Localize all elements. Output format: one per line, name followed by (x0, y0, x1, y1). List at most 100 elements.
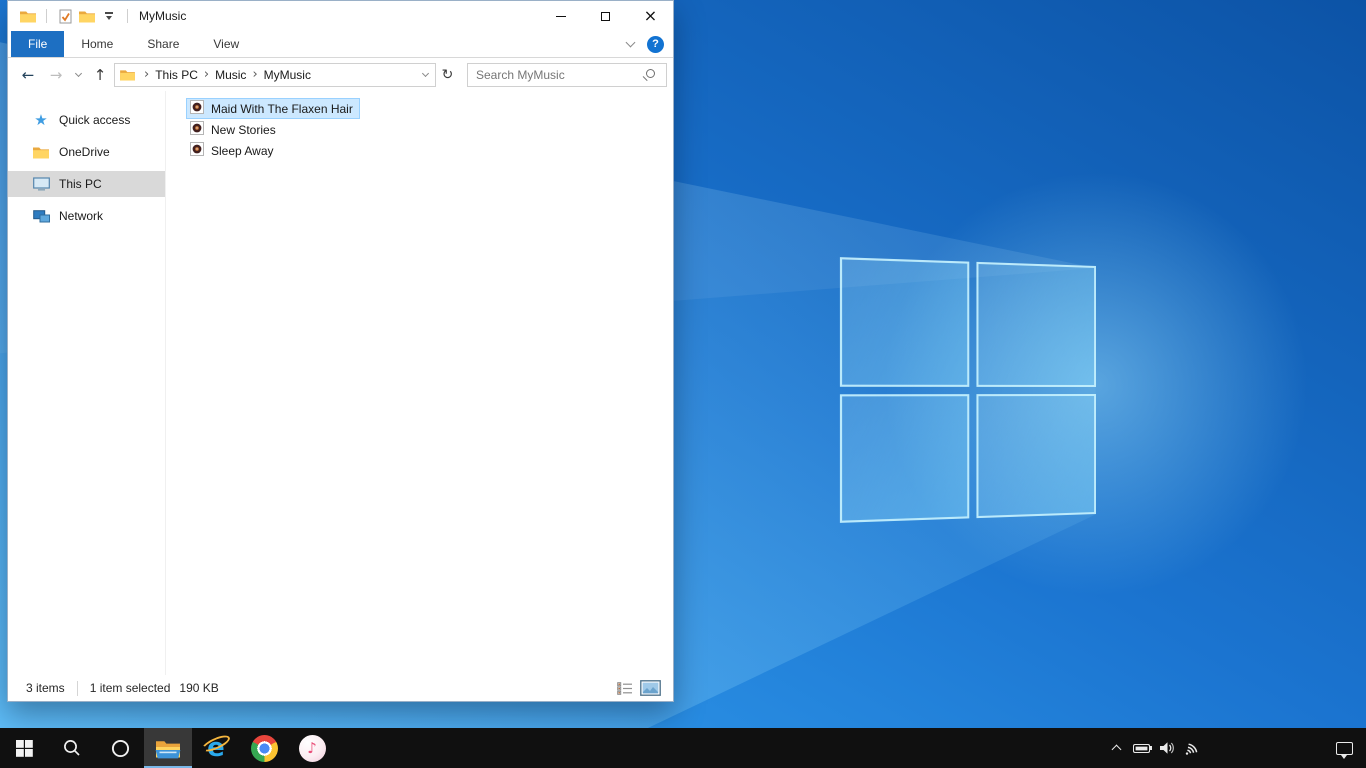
titlebar-separator (127, 9, 128, 23)
wifi-icon (1184, 740, 1200, 756)
music-note-icon: ♪ (307, 739, 317, 757)
audio-file-icon (190, 100, 204, 117)
breadcrumb-chevron-icon: › (246, 67, 263, 82)
breadcrumb-chevron-icon: › (198, 67, 215, 82)
file-explorer-window: MyMusic × File Home Share View ? ← → ↑ ›… (7, 0, 674, 702)
audio-file-icon (190, 121, 204, 138)
breadcrumb-folder-icon (120, 69, 135, 81)
folder-icon (32, 144, 50, 160)
taskbar-search-button[interactable] (48, 728, 96, 768)
action-center-icon (1336, 742, 1353, 755)
status-selection-size: 190 KB (179, 681, 218, 695)
refresh-button[interactable]: ↻ (436, 63, 459, 87)
itunes-icon: ♪ (299, 735, 326, 762)
minimize-button[interactable] (538, 1, 583, 31)
help-button[interactable]: ? (647, 36, 664, 53)
sidebar-item-quick-access[interactable]: ★ Quick access (8, 107, 165, 133)
file-row[interactable]: Maid With The Flaxen Hair (186, 98, 360, 119)
windows-logo (840, 257, 1096, 523)
show-hidden-icons-button[interactable] (1104, 728, 1129, 768)
windows-logo-pane (840, 394, 969, 523)
large-icons-view-button[interactable] (640, 680, 661, 696)
sidebar-item-network[interactable]: Network (8, 203, 165, 229)
search-input[interactable] (468, 64, 666, 86)
expand-ribbon-chevron-icon[interactable] (626, 38, 636, 48)
recent-locations-button[interactable] (70, 62, 86, 88)
qat-new-folder-button[interactable] (76, 5, 98, 27)
window-title: MyMusic (139, 9, 186, 23)
back-button[interactable]: ← (14, 62, 42, 88)
maximize-icon (601, 12, 610, 21)
tab-share[interactable]: Share (130, 31, 196, 57)
forward-button[interactable]: → (42, 62, 70, 88)
breadcrumb-chevron-icon: › (138, 67, 155, 82)
breadcrumb-item-mymusic[interactable]: MyMusic (264, 68, 311, 82)
sidebar-item-this-pc[interactable]: This PC (8, 171, 165, 197)
status-bar: 3 items 1 item selected 190 KB (8, 675, 673, 701)
quick-access-star-icon: ★ (32, 112, 50, 128)
qat-customize-button[interactable] (98, 5, 120, 27)
search-icon[interactable] (646, 69, 655, 78)
breadcrumb-item-music[interactable]: Music (215, 68, 246, 82)
window-body: ★ Quick access OneDrive This PC Network (8, 91, 673, 675)
maximize-button[interactable] (583, 1, 628, 31)
address-dropdown-button[interactable] (415, 63, 435, 87)
sidebar-item-onedrive[interactable]: OneDrive (8, 139, 165, 165)
file-explorer-icon (155, 738, 181, 759)
taskbar-chrome-button[interactable] (240, 728, 288, 768)
battery-icon (1133, 744, 1150, 753)
close-button[interactable]: × (628, 1, 673, 31)
file-name: Maid With The Flaxen Hair (211, 102, 353, 116)
sidebar-item-label: OneDrive (59, 145, 110, 159)
chevron-down-icon (106, 16, 112, 20)
window-controls: × (538, 1, 673, 31)
view-toggles (617, 680, 661, 696)
start-button[interactable] (0, 728, 48, 768)
taskbar-file-explorer-button[interactable] (144, 728, 192, 768)
address-bar[interactable]: › This PC › Music › MyMusic (114, 63, 436, 87)
battery-button[interactable] (1129, 728, 1154, 768)
titlebar[interactable]: MyMusic × (8, 1, 673, 31)
sidebar-item-label: This PC (59, 177, 102, 191)
tab-view[interactable]: View (196, 31, 256, 57)
internet-explorer-icon: e (202, 734, 230, 762)
details-view-button[interactable] (617, 682, 633, 695)
taskbar-itunes-button[interactable]: ♪ (288, 728, 336, 768)
search-icon (63, 739, 81, 757)
tab-file[interactable]: File (11, 31, 64, 57)
tab-home[interactable]: Home (64, 31, 130, 57)
status-selection: 1 item selected (90, 681, 171, 695)
chevron-up-icon (1112, 745, 1122, 755)
network-wifi-button[interactable] (1179, 728, 1204, 768)
chevron-down-icon (421, 70, 428, 77)
window-folder-icon (17, 5, 39, 27)
navigation-pane: ★ Quick access OneDrive This PC Network (8, 91, 166, 675)
speaker-icon (1159, 740, 1175, 756)
taskbar: e ♪ (0, 728, 1366, 768)
qat-properties-button[interactable] (54, 5, 76, 27)
status-divider (77, 681, 78, 696)
chrome-icon (251, 735, 278, 762)
cortana-circle-icon (111, 739, 130, 758)
minimize-icon (556, 16, 566, 17)
breadcrumb-item-this-pc[interactable]: This PC (155, 68, 198, 82)
sidebar-item-label: Network (59, 209, 103, 223)
status-item-count: 3 items (26, 681, 65, 695)
file-row[interactable]: New Stories (186, 119, 283, 140)
up-button[interactable]: ↑ (86, 62, 114, 88)
ribbon-right-controls: ? (627, 31, 664, 57)
ribbon-tab-bar: File Home Share View ? (8, 31, 673, 58)
file-name: Sleep Away (211, 144, 274, 158)
chevron-down-icon (74, 70, 81, 77)
system-tray (1104, 728, 1366, 768)
cortana-button[interactable] (96, 728, 144, 768)
sidebar-item-label: Quick access (59, 113, 130, 127)
file-row[interactable]: Sleep Away (186, 140, 281, 161)
volume-button[interactable] (1154, 728, 1179, 768)
windows-start-icon (16, 740, 33, 757)
taskbar-internet-explorer-button[interactable]: e (192, 728, 240, 768)
action-center-button[interactable] (1322, 728, 1366, 768)
this-pc-monitor-icon (32, 176, 50, 192)
file-list: Maid With The Flaxen Hair New Stories Sl… (166, 91, 673, 675)
navigation-toolbar: ← → ↑ › This PC › Music › MyMusic ↻ (8, 58, 673, 91)
